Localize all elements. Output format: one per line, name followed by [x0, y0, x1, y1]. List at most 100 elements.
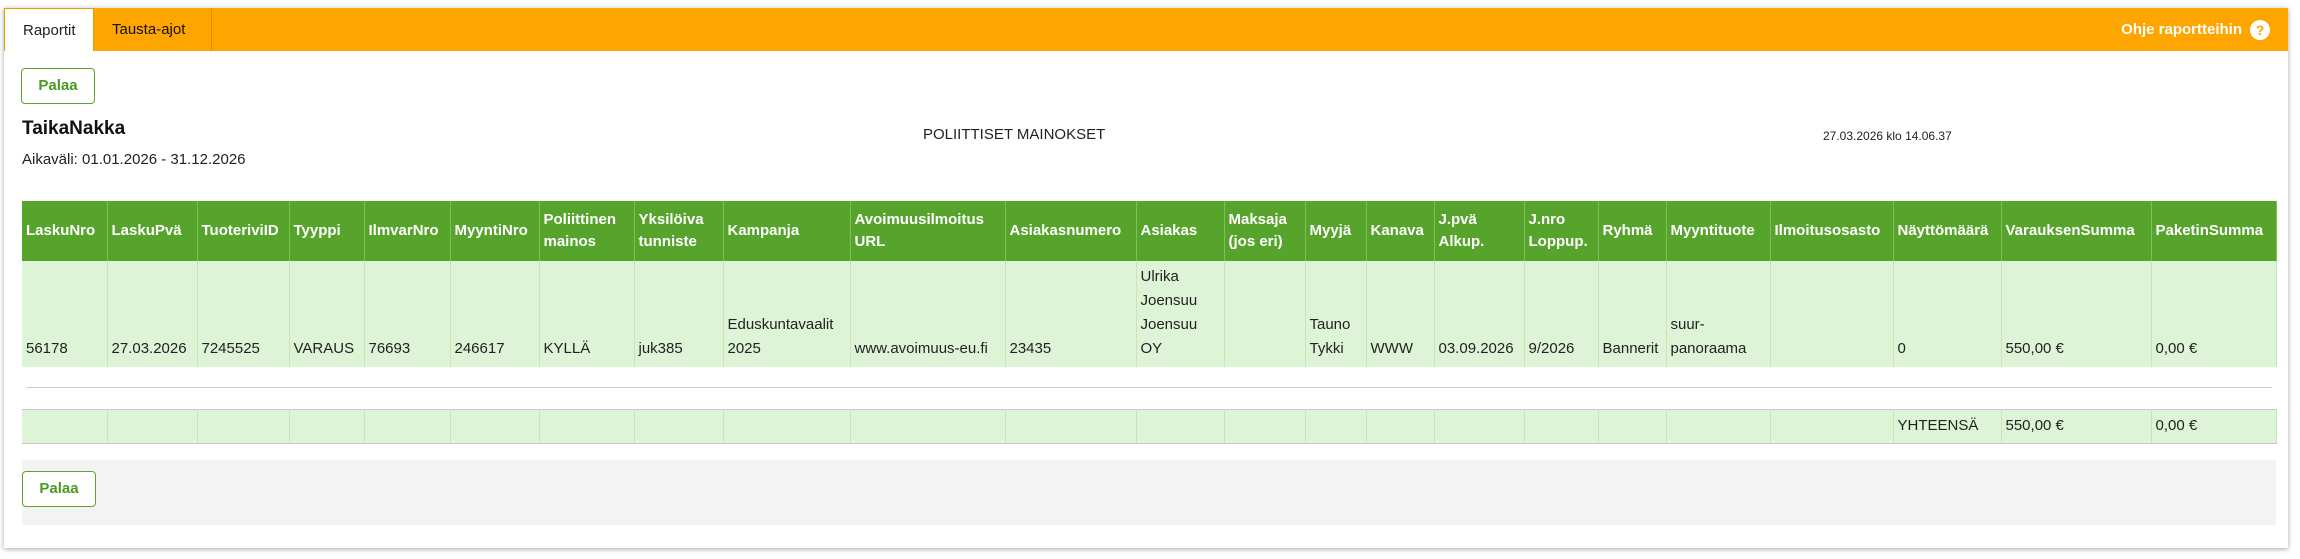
totals-cell [539, 408, 635, 444]
cell-text: WWW [1370, 340, 1413, 357]
column-header-text: TuoteriviID [201, 222, 279, 239]
table-cell: juk385 [634, 261, 724, 367]
back-button-top[interactable]: Palaa [21, 68, 95, 104]
report-type-title: POLIITTISET MAINOKSET [923, 126, 1106, 143]
column-header-text: MyyntiNro [454, 222, 528, 239]
totals-cell [107, 408, 198, 444]
column-header: Poliittinen mainos [539, 201, 635, 261]
cell-text: 0,00 € [2155, 340, 2198, 357]
column-header: Tyyppi [289, 201, 365, 261]
cell-text: 27.03.2026 [111, 340, 187, 357]
column-header-text: Poliittinen [543, 211, 617, 228]
cell-text: Joensuu [1140, 316, 1198, 333]
column-header: TuoteriviID [197, 201, 290, 261]
table-cell: Eduskuntavaalit 2025 [723, 261, 851, 367]
spacer-row [22, 367, 2276, 409]
table-cell: 23435 [1005, 261, 1137, 367]
help-link[interactable]: Ohje raportteihin ? [2121, 8, 2270, 51]
column-header: Kanava [1366, 201, 1435, 261]
column-header-text: Kampanja [727, 222, 800, 239]
column-header-text: Asiakasnumero [1009, 222, 1122, 239]
column-header: Näyttömäärä [1893, 201, 2002, 261]
table-header-row: LaskuNro LaskuPvä TuoteriviID Tyyppi IlmvarN… [22, 201, 2277, 261]
table-row: 56178 27.03.2026 7245525 VARAUS 76693 246617 K… [22, 261, 2277, 367]
column-header-text: VarauksenSumma [2005, 222, 2135, 239]
report-table-wrapper: LaskuNro LaskuPvä TuoteriviID Tyyppi IlmvarN… [22, 201, 2277, 444]
cell-text: panoraama [1670, 340, 1747, 357]
cell-text: suur- [1670, 316, 1705, 333]
column-header-text: LaskuNro [26, 222, 96, 239]
cell-text: 0 [1897, 340, 1906, 357]
cell-text: VARAUS [293, 340, 355, 357]
table-cell: 9/2026 [1524, 261, 1599, 367]
totals-cell [1005, 408, 1137, 444]
totals-cell [723, 408, 851, 444]
report-date-range: Aikaväli: 01.01.2026 - 31.12.2026 [22, 151, 246, 168]
table-cell: VARAUS [289, 261, 365, 367]
top-tab-bar: Raportit Tausta-ajot Ohje raportteihin ? [4, 8, 2288, 51]
back-button-bottom[interactable]: Palaa [22, 471, 96, 507]
cell-text: Tauno [1309, 316, 1351, 333]
cell-text: 2025 [727, 340, 761, 357]
table-cell: 56178 [22, 261, 108, 367]
table-cell: 03.09.2026 [1434, 261, 1525, 367]
spacer-cell [22, 367, 2276, 409]
column-header: J.pvä Alkup. [1434, 201, 1525, 261]
totals-cell [1305, 408, 1367, 444]
column-header: Asiakasnumero [1005, 201, 1137, 261]
cell-text: Ulrika [1140, 268, 1179, 285]
cell-text: KYLLÄ [543, 340, 591, 357]
column-header: LaskuNro [22, 201, 108, 261]
table-cell [1224, 261, 1306, 367]
cell-text: Tykki [1309, 340, 1344, 357]
column-header: J.nro Loppup. [1524, 201, 1599, 261]
column-header: Myyntituote [1666, 201, 1771, 261]
column-header: VarauksenSumma [2001, 201, 2152, 261]
cell-text: www.avoimuus-eu.fi [854, 340, 988, 357]
column-header-text: Avoimuusilmoitus [854, 211, 984, 228]
cell-text: 246617 [454, 340, 505, 357]
column-header-text: J.pvä [1438, 211, 1477, 228]
tab-raportit[interactable]: Raportit [4, 8, 94, 51]
column-header: Ilmoitusosasto [1770, 201, 1894, 261]
report-window: Raportit Tausta-ajot Ohje raportteihin ?… [4, 8, 2288, 548]
column-header-text: LaskuPvä [111, 222, 182, 239]
totals-cell: 550,00 € [2001, 408, 2152, 444]
column-header: Ryhmä [1598, 201, 1667, 261]
table-cell: 76693 [364, 261, 451, 367]
column-header-text: Myyntituote [1670, 222, 1755, 239]
column-header: Yksilöiva tunniste [634, 201, 724, 261]
column-header-text: Myyjä [1309, 222, 1352, 239]
column-header-text: Yksilöiva [638, 211, 704, 228]
report-generated-time: 27.03.2026 klo 14.06.37 [1823, 129, 1952, 143]
cell-text: 56178 [26, 340, 68, 357]
column-header-text: PaketinSumma [2155, 222, 2264, 239]
column-header: Avoimuusilmoitus URL [850, 201, 1006, 261]
column-header: Asiakas [1136, 201, 1225, 261]
totals-cell [1524, 408, 1599, 444]
column-header-text: Tyyppi [293, 222, 341, 239]
column-header: MyyntiNro [450, 201, 540, 261]
totals-cell [1224, 408, 1306, 444]
totals-row: YHTEENSÄ 550,00 €0,00 € [22, 408, 2277, 444]
column-header: Kampanja [723, 201, 851, 261]
table-cell: 0,00 € [2151, 261, 2277, 367]
column-header-text: IlmvarNro [368, 222, 439, 239]
totals-cell [1434, 408, 1525, 444]
totals-cell: 0,00 € [2151, 408, 2277, 444]
table-cell: 7245525 [197, 261, 290, 367]
table-cell: Bannerit [1598, 261, 1667, 367]
totals-cell [1366, 408, 1435, 444]
column-header: Maksaja (jos eri) [1224, 201, 1306, 261]
totals-cell [850, 408, 1006, 444]
totals-cell [1666, 408, 1771, 444]
cell-text: Joensuu [1140, 292, 1198, 309]
cell-text: 03.09.2026 [1438, 340, 1514, 357]
cell-text: Bannerit [1602, 340, 1659, 357]
totals-cell [1770, 408, 1894, 444]
cell-text: 550,00 € [2005, 340, 2064, 357]
tab-tausta-ajot[interactable]: Tausta-ajot [94, 8, 212, 51]
totals-cell [197, 408, 290, 444]
cell-text: juk385 [638, 340, 683, 357]
table-cell: www.avoimuus-eu.fi [850, 261, 1006, 367]
